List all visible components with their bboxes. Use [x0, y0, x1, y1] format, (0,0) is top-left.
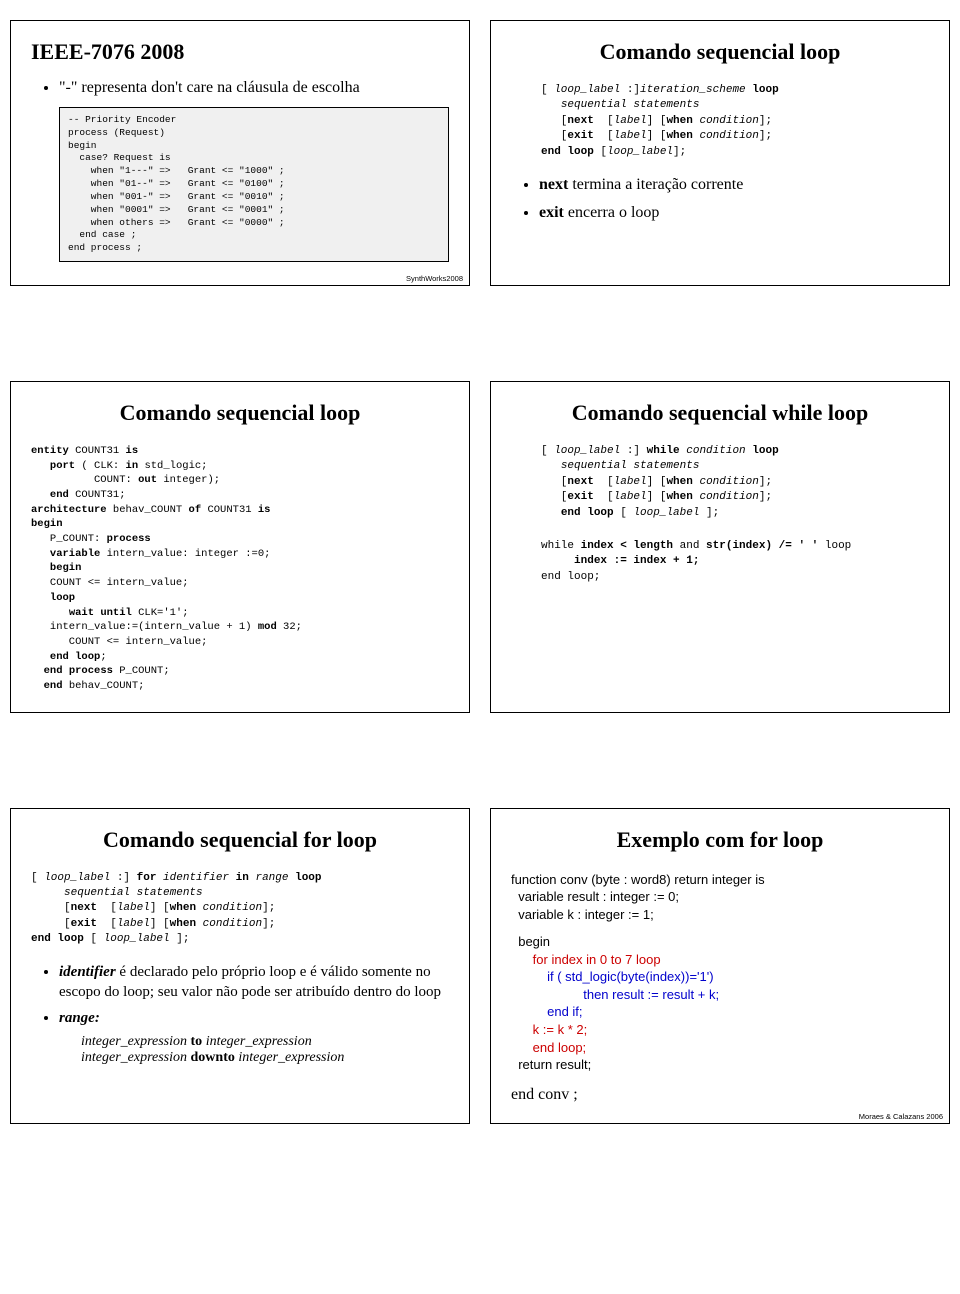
l7: then result := result + k;: [511, 986, 929, 1004]
credit: SynthWorks2008: [406, 274, 463, 283]
txt: encerra o loop: [564, 204, 660, 221]
slide-for-loop: Comando sequencial for loop [ loop_label…: [10, 808, 470, 1125]
l11: return result;: [511, 1056, 929, 1074]
range-label: range:: [59, 1010, 100, 1026]
l10: end loop;: [511, 1039, 929, 1057]
txt: termina a iteração corrente: [568, 176, 743, 193]
while-example: while index < length and str(index) /= '…: [511, 539, 929, 585]
slide-ieee: IEEE-7076 2008 "-" representa don't care…: [10, 20, 470, 286]
entity-code: entity COUNT31 is port ( CLK: in std_log…: [31, 444, 449, 694]
title: IEEE-7076 2008: [31, 39, 449, 65]
bullet: "-" representa don't care na cláusula de…: [59, 79, 449, 97]
bullet-next: next termina a iteração corrente: [539, 176, 929, 194]
downto: downto: [187, 1050, 238, 1065]
bullet-identifier: identifier é declarado pelo próprio loop…: [59, 962, 449, 1003]
kw-exit: exit: [539, 204, 564, 221]
while-syntax: [ loop_label :] while condition loop seq…: [511, 444, 929, 521]
range-to: integer_expression to integer_expression: [31, 1034, 449, 1050]
title: Comando sequencial for loop: [31, 827, 449, 853]
ie4: integer_expression: [238, 1050, 344, 1065]
l12: end conv ;: [511, 1084, 929, 1106]
code-box: -- Priority Encoder process (Request) be…: [59, 107, 449, 262]
title: Comando sequencial loop: [511, 39, 929, 65]
bullet-exit: exit encerra o loop: [539, 204, 929, 222]
title: Exemplo com for loop: [511, 827, 929, 853]
to: to: [187, 1034, 206, 1049]
l9: k := k * 2;: [511, 1021, 929, 1039]
title: Comando sequencial loop: [31, 400, 449, 426]
l5: for index in 0 to 7 loop: [511, 951, 929, 969]
l3: variable k : integer := 1;: [511, 906, 929, 924]
slide-while-loop: Comando sequencial while loop [ loop_lab…: [490, 381, 950, 713]
conv-function: function conv (byte : word8) return inte…: [511, 871, 929, 1106]
range-downto: integer_expression downto integer_expres…: [31, 1050, 449, 1066]
ie2: integer_expression: [206, 1034, 312, 1049]
ie3: integer_expression: [81, 1050, 187, 1065]
l8: end if;: [511, 1003, 929, 1021]
kw-next: next: [539, 176, 568, 193]
bullet-range: range:: [59, 1008, 449, 1028]
l2: variable result : integer := 0;: [511, 888, 929, 906]
loop-syntax: [ loop_label :]iteration_scheme loop seq…: [511, 83, 929, 160]
slide-loop-example: Comando sequencial loop entity COUNT31 i…: [10, 381, 470, 713]
for-syntax: [ loop_label :] for identifier in range …: [31, 871, 449, 948]
l6: if ( std_logic(byte(index))='1'): [511, 968, 929, 986]
title: Comando sequencial while loop: [511, 400, 929, 426]
slide-loop-cmd: Comando sequencial loop [ loop_label :]i…: [490, 20, 950, 286]
l1: function conv (byte : word8) return inte…: [511, 871, 929, 889]
l4: begin: [511, 933, 929, 951]
credit: Moraes & Calazans 2006: [859, 1112, 943, 1121]
ie1: integer_expression: [81, 1034, 187, 1049]
slide-for-example: Exemplo com for loop function conv (byte…: [490, 808, 950, 1125]
